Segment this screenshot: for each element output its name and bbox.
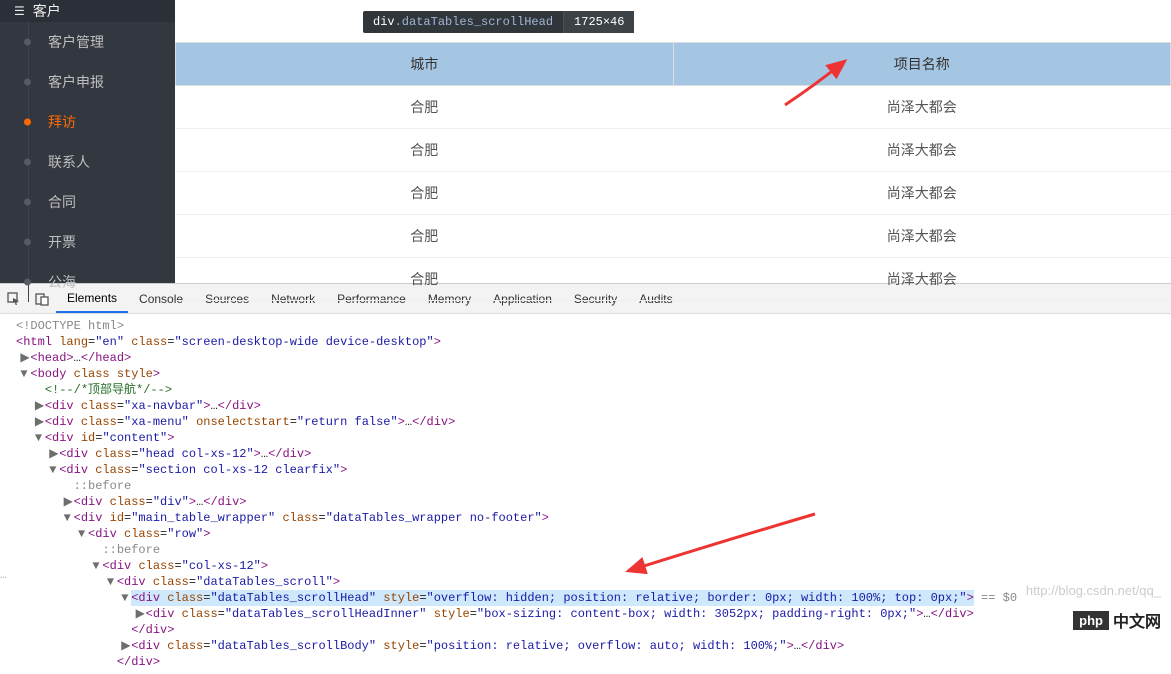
dom-line[interactable]: ▶<div class="head col-xs-12">…</div> bbox=[6, 446, 1165, 462]
sidebar-item-1[interactable]: 客户申报 bbox=[28, 62, 175, 102]
devtools-dom-tree[interactable]: <!DOCTYPE html> <html lang="en" class="s… bbox=[0, 314, 1171, 674]
sidebar-item-2[interactable]: 拜访 bbox=[28, 102, 175, 142]
table-row[interactable]: 合肥尚泽大都会 bbox=[176, 215, 1171, 258]
table-cell: 尚泽大都会 bbox=[673, 129, 1171, 172]
dom-line[interactable]: ▶<div class="dataTables_scrollHeadInner"… bbox=[6, 606, 1165, 622]
group-icon: ☰ bbox=[14, 4, 25, 18]
devtools-panel: ElementsConsoleSourcesNetworkPerformance… bbox=[0, 283, 1171, 674]
dom-line[interactable]: ▶<div class="xa-navbar">…</div> bbox=[6, 398, 1165, 414]
table-cell: 尚泽大都会 bbox=[673, 172, 1171, 215]
sidebar-item-5[interactable]: 开票 bbox=[28, 222, 175, 262]
table-row[interactable]: 合肥尚泽大都会 bbox=[176, 129, 1171, 172]
content-area: div.dataTables_scrollHead 1725×46 城市项目名称… bbox=[175, 0, 1171, 283]
table-cell: 合肥 bbox=[176, 215, 674, 258]
dom-line[interactable]: </div> bbox=[6, 622, 1165, 638]
dom-line[interactable]: ▶<head>…</head> bbox=[6, 350, 1165, 366]
table-header[interactable]: 城市 bbox=[176, 43, 674, 86]
table-header[interactable]: 项目名称 bbox=[673, 43, 1171, 86]
inspect-tooltip: div.dataTables_scrollHead 1725×46 bbox=[363, 11, 634, 33]
table-cell: 尚泽大都会 bbox=[673, 86, 1171, 129]
dom-line[interactable]: </div> bbox=[6, 654, 1165, 670]
dom-line[interactable]: ▶<div class="xa-menu" onselectstart="ret… bbox=[6, 414, 1165, 430]
table-cell: 合肥 bbox=[176, 172, 674, 215]
dom-line[interactable]: ▼<div id="content"> bbox=[6, 430, 1165, 446]
dom-line[interactable]: ::before bbox=[6, 478, 1165, 494]
dom-line[interactable]: ▼<div class="row"> bbox=[6, 526, 1165, 542]
dom-line[interactable]: <!--/*顶部导航*/--> bbox=[6, 382, 1165, 398]
table-cell: 合肥 bbox=[176, 86, 674, 129]
dom-line[interactable]: ▼<div class="dataTables_scroll"> bbox=[6, 574, 1165, 590]
sidebar-item-4[interactable]: 合同 bbox=[28, 182, 175, 222]
table-cell: 合肥 bbox=[176, 129, 674, 172]
table-cell: 尚泽大都会 bbox=[673, 258, 1171, 301]
dom-line[interactable]: ▶<div class="dataTables_scrollBody" styl… bbox=[6, 638, 1165, 654]
sidebar: ☰ 客户 客户管理客户申报拜访联系人合同开票公海 bbox=[0, 0, 175, 283]
dom-line[interactable]: ▼<body class style> bbox=[6, 366, 1165, 382]
dom-line[interactable]: ▼<div class="dataTables_scrollHead" styl… bbox=[6, 590, 1165, 606]
dom-line[interactable]: <!DOCTYPE html> bbox=[6, 318, 1165, 334]
table-row[interactable]: 合肥尚泽大都会 bbox=[176, 258, 1171, 301]
dom-line[interactable]: ▶<div class="div">…</div> bbox=[6, 494, 1165, 510]
sidebar-item-6[interactable]: 公海 bbox=[28, 262, 175, 302]
data-table-wrap: 城市项目名称 合肥尚泽大都会合肥尚泽大都会合肥尚泽大都会合肥尚泽大都会合肥尚泽大… bbox=[175, 42, 1171, 301]
table-cell: 合肥 bbox=[176, 258, 674, 301]
dom-line[interactable]: ▼<div id="main_table_wrapper" class="dat… bbox=[6, 510, 1165, 526]
sidebar-header[interactable]: ☰ 客户 bbox=[0, 0, 175, 22]
dom-line[interactable]: ::before bbox=[6, 542, 1165, 558]
gutter-ellipsis: … bbox=[0, 570, 7, 582]
dom-line[interactable]: ▼<div class="col-xs-12"> bbox=[6, 558, 1165, 574]
sidebar-item-3[interactable]: 联系人 bbox=[28, 142, 175, 182]
tooltip-dimensions: 1725×46 bbox=[563, 11, 634, 33]
table-row[interactable]: 合肥尚泽大都会 bbox=[176, 172, 1171, 215]
tooltip-class: .dataTables_scrollHead bbox=[395, 15, 553, 29]
dom-line[interactable]: ▼<div class="section col-xs-12 clearfix"… bbox=[6, 462, 1165, 478]
table-cell: 尚泽大都会 bbox=[673, 215, 1171, 258]
dom-line[interactable]: <html lang="en" class="screen-desktop-wi… bbox=[6, 334, 1165, 350]
sidebar-header-label: 客户 bbox=[33, 1, 61, 21]
tooltip-tag: div bbox=[373, 15, 395, 29]
data-table: 城市项目名称 合肥尚泽大都会合肥尚泽大都会合肥尚泽大都会合肥尚泽大都会合肥尚泽大… bbox=[175, 42, 1171, 301]
sidebar-item-0[interactable]: 客户管理 bbox=[28, 22, 175, 62]
table-row[interactable]: 合肥尚泽大都会 bbox=[176, 86, 1171, 129]
